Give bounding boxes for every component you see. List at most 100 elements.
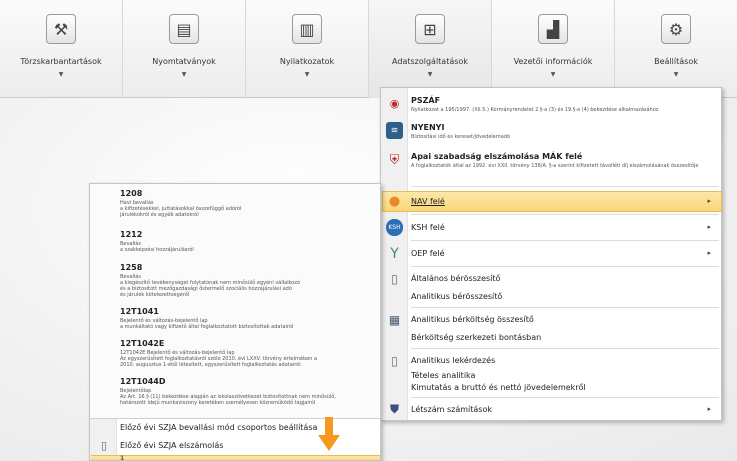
- menu-item-partial-label[interactable]: 1: [120, 455, 124, 460]
- menu-item-nyenyi[interactable]: ≋ NYENYI Biztosítási idő és kereset/jöve…: [381, 120, 721, 146]
- menu-item-altalanos-berosszesito[interactable]: ▯ Általános bérösszesítő: [381, 269, 721, 287]
- form-code: 1258: [120, 263, 143, 272]
- chevron-down-icon: ▼: [181, 71, 187, 78]
- submenu-arrow-icon: ▸: [707, 197, 711, 205]
- gears-icon: ⚙: [661, 14, 691, 44]
- menu-separator: [411, 397, 719, 398]
- chevron-down-icon: ▼: [58, 71, 64, 78]
- printer-icon: ▤: [169, 14, 199, 44]
- pszaf-logo-icon: ◉: [389, 97, 400, 110]
- oep-logo-icon: Y: [390, 245, 399, 262]
- menu-item-oep[interactable]: Y OEP felé ▸: [381, 243, 721, 264]
- ribbon-toolbar: ⚒ Törzskarbantartások ▼ ▤ Nyomtatványok ▼ ▥ Nyi…: [0, 0, 737, 98]
- form-item-1212[interactable]: 1212 Bevallás a szakképzési hozzájárulásró…: [90, 230, 380, 256]
- ribbon-button-label: Törzskarbantartások: [20, 57, 102, 66]
- menu-separator: [411, 240, 719, 241]
- menu-item-analitikus-lekerdezes[interactable]: ▯ Analitikus lekérdezés: [381, 351, 721, 369]
- menu-item-label: Bérköltség szerkezeti bontásban: [411, 333, 542, 342]
- form-item-12t1041[interactable]: 12T1041 Bejelentő és változás-bejelentő l…: [90, 307, 380, 333]
- nav-logo-icon: ●: [388, 194, 401, 209]
- ribbon-button-5[interactable]: ⚙ Beállítások ▼: [615, 0, 737, 98]
- menu-item-highlight: [91, 455, 380, 460]
- chevron-down-icon: ▼: [427, 71, 433, 78]
- form-item-12t1042e[interactable]: 12T1042E 12T1042E Bejelentő és változás-b…: [90, 339, 380, 371]
- form-description-line: a szakképzési hozzájárulásról: [120, 247, 194, 253]
- document-icon: ▯: [391, 271, 398, 286]
- menu-item-berkoltseg-szerkezeti[interactable]: Bérköltség szerkezeti bontásban: [381, 330, 721, 346]
- menu-item-label: Előző évi SZJA elszámolás: [120, 441, 224, 450]
- menu-item-teteles-analitika[interactable]: Tételes analitika: [381, 369, 721, 383]
- chevron-down-icon: ▼: [673, 71, 679, 78]
- ribbon-button-4[interactable]: ▟ Vezetői információk ▼: [492, 0, 615, 98]
- nyenyi-icon: ≋: [386, 122, 403, 139]
- menu-item-desc: Nyilatkozat a 195/1997. (XII.5.) Kormány…: [411, 107, 659, 113]
- ribbon-button-3[interactable]: ⊞ Adatszolgáltatások ▼: [369, 0, 492, 98]
- menu-item-ksh[interactable]: KSH KSH felé ▸: [381, 217, 721, 238]
- menu-item-label: Kimutatás a bruttó és nettó jövedelemekr…: [411, 383, 586, 392]
- ribbon-button-label: Nyilatkozatok: [279, 57, 335, 66]
- shield-icon: ⛊: [389, 402, 399, 416]
- menu-item-label: Létszám számítások: [411, 405, 492, 414]
- submenu-arrow-icon: ▸: [707, 223, 711, 231]
- menu-item-kimutatas[interactable]: Kimutatás a bruttó és nettó jövedelemekr…: [381, 382, 721, 396]
- menu-item-pszaf[interactable]: ◉ PSZÁF Nyilatkozat a 195/1997. (XII.5.)…: [381, 92, 721, 122]
- menu-item-label: OEP felé: [411, 249, 445, 258]
- ribbon-button-0[interactable]: ⚒ Törzskarbantartások ▼: [0, 0, 123, 98]
- form-description-line: 2010. augusztus 1-étől létesített, egysz…: [120, 362, 301, 368]
- menu-item-label: Analitikus lekérdezés: [411, 356, 496, 365]
- form-code: 1212: [120, 230, 143, 239]
- nav-forms-list: 1208 Havi bevallás a kifizetésekkel, jutta…: [90, 184, 380, 419]
- menu-item-apai-szabadsag[interactable]: ⛨ Apai szabadság elszámolása MÁK felé A …: [381, 146, 721, 182]
- submenu-arrow-icon: ▸: [707, 249, 711, 257]
- form-code: 12T1044D: [120, 377, 166, 386]
- tools-icon: ⚒: [46, 14, 76, 44]
- menu-item-analitikus-berosszesito[interactable]: Analitikus bérösszesítő: [381, 289, 721, 305]
- calculator-icon: ▦: [388, 312, 401, 327]
- form-description-line: határozott idejű munkaviszony keretében …: [120, 400, 316, 406]
- hungary-coat-icon: ⛨: [389, 153, 400, 168]
- menu-item-title: Apai szabadság elszámolása MÁK felé: [411, 152, 583, 161]
- ribbon-button-label: Vezetői információk: [513, 57, 593, 66]
- menu-separator: [411, 214, 719, 215]
- chart-icon: ▟: [538, 14, 568, 44]
- menu-item-nav[interactable]: ● NAV felé ▸: [381, 191, 721, 212]
- ribbon-button-label: Adatszolgáltatások: [392, 57, 468, 66]
- ribbon-button-label: Beállítások: [654, 57, 698, 66]
- menu-item-desc: Biztosítási idő és kereset/jövedelemadó: [411, 134, 511, 140]
- network-icon: ⊞: [415, 14, 445, 44]
- menu-item-title: NYENYI: [411, 123, 445, 132]
- menu-item-label: Tételes analitika: [411, 371, 476, 380]
- document-icon: ▯: [391, 353, 398, 368]
- arrow-down-icon: [318, 417, 340, 451]
- form-item-1208[interactable]: 1208 Havi bevallás a kifizetésekkel, jutta…: [90, 189, 380, 221]
- menu-separator: [411, 186, 719, 187]
- form-description-line: és járulék kötelezettségéről: [120, 292, 190, 298]
- menu-item-label: NAV felé: [411, 197, 445, 206]
- menu-separator: [411, 348, 719, 349]
- menu-item-title: PSZÁF: [411, 96, 441, 105]
- form-code: 12T1042E: [120, 339, 165, 348]
- chevron-down-icon: ▼: [550, 71, 556, 78]
- form-description-line: járulékokról és egyéb adatokról: [120, 212, 199, 218]
- form-item-1258[interactable]: 1258 Bevallás a kiegészítő tevékenységet f…: [90, 263, 380, 301]
- menu-item-desc: A foglalkoztatók által az 1992. évi XXII…: [411, 163, 699, 169]
- menu-item-analitikus-berkoltseg[interactable]: ▦ Analitikus bérköltség összesítő: [381, 310, 721, 328]
- form-item-12t1044d[interactable]: 12T1044D Bejelentőlap Az Art. 16.§ (11) be…: [90, 377, 380, 409]
- menu-separator: [411, 266, 719, 267]
- menu-item-letszam-szamitasok[interactable]: ⛊ Létszám számítások ▸: [381, 399, 721, 419]
- form-code: 12T1041: [120, 307, 159, 316]
- ribbon-button-2[interactable]: ▥ Nyilatkozatok ▼: [246, 0, 369, 98]
- form-description-line: a munkáltató vagy kifizető által foglalk…: [120, 324, 294, 330]
- document-icon: ▯: [100, 438, 108, 452]
- clipboard-icon: ▥: [292, 14, 322, 44]
- chevron-down-icon: ▼: [304, 71, 310, 78]
- adatszolgaltatasok-menu: ◉ PSZÁF Nyilatkozat a 195/1997. (XII.5.)…: [380, 87, 722, 421]
- menu-separator: [411, 307, 719, 308]
- ribbon-button-1[interactable]: ▤ Nyomtatványok ▼: [123, 0, 246, 98]
- submenu-arrow-icon: ▸: [707, 405, 711, 413]
- menu-item-label: Előző évi SZJA bevallási mód csoportos b…: [120, 423, 318, 432]
- ksh-logo-icon: KSH: [386, 219, 403, 236]
- menu-item-label: KSH felé: [411, 223, 445, 232]
- menu-item-label: Analitikus bérköltség összesítő: [411, 315, 534, 324]
- menu-item-label: Analitikus bérösszesítő: [411, 292, 503, 301]
